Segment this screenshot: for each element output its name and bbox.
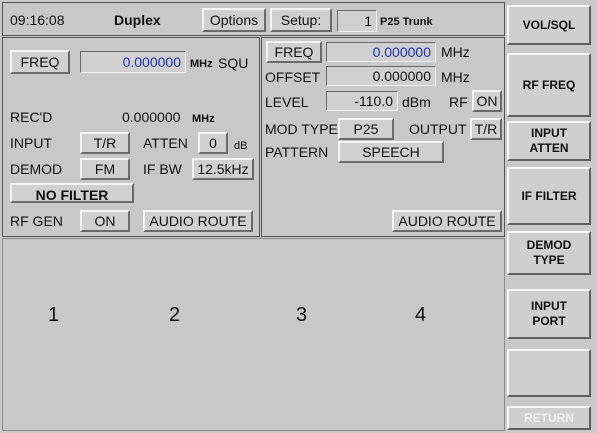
gen-freq-unit: MHz bbox=[441, 44, 470, 60]
clock-time: 09:16:08 bbox=[10, 12, 65, 28]
recd-unit: MHz bbox=[192, 113, 215, 125]
pattern-label: PATTERN bbox=[265, 144, 329, 160]
demod-button[interactable]: FM bbox=[80, 158, 130, 180]
level-unit: dBm bbox=[402, 94, 431, 110]
ifbw-label: IF BW bbox=[143, 161, 182, 177]
rf-on-button[interactable]: ON bbox=[472, 90, 502, 112]
channel-number-1: 1 bbox=[48, 304, 60, 326]
no-filter-button[interactable]: NO FILTER bbox=[10, 183, 134, 203]
rx-freq-field[interactable]: 0.000000 bbox=[80, 51, 186, 73]
softkey-input-port[interactable]: INPUT PORT bbox=[507, 289, 591, 339]
offset-unit: MHz bbox=[441, 69, 470, 85]
level-field[interactable]: -110.0 bbox=[326, 91, 398, 111]
setup-index-field[interactable]: 1 bbox=[337, 10, 377, 32]
softkey-blank[interactable] bbox=[507, 349, 591, 397]
modtype-button[interactable]: P25 bbox=[338, 118, 394, 140]
ifbw-button[interactable]: 12.5kHz bbox=[192, 158, 254, 180]
recd-value: 0.000000 bbox=[122, 109, 181, 125]
atten-button[interactable]: 0 bbox=[198, 132, 228, 154]
gen-freq-field[interactable]: 0.000000 bbox=[326, 42, 436, 62]
rx-audio-route-button[interactable]: AUDIO ROUTE bbox=[143, 210, 253, 232]
options-button[interactable]: Options bbox=[202, 8, 266, 32]
output-button[interactable]: T/R bbox=[470, 118, 502, 140]
softkey-return[interactable]: RETURN bbox=[507, 406, 591, 430]
channel-number-4: 4 bbox=[415, 304, 427, 326]
squelch-label: SQU bbox=[218, 55, 249, 71]
instrument-screen: 09:16:08 Duplex Options Setup: 1 P25 Tru… bbox=[0, 0, 597, 433]
gen-audio-route-button[interactable]: AUDIO ROUTE bbox=[392, 210, 502, 232]
setup-button[interactable]: Setup: bbox=[270, 8, 332, 32]
softkey-demod-type[interactable]: DEMOD TYPE bbox=[507, 231, 591, 275]
channel-number-3: 3 bbox=[296, 304, 308, 326]
offset-field[interactable]: 0.000000 bbox=[326, 66, 436, 86]
softkey-input-atten[interactable]: INPUT ATTEN bbox=[507, 121, 591, 161]
output-label: OUTPUT bbox=[409, 121, 467, 137]
atten-label: ATTEN bbox=[143, 135, 188, 151]
atten-unit: dB bbox=[234, 140, 248, 152]
channel-number-2: 2 bbox=[169, 304, 181, 326]
lower-area bbox=[2, 238, 505, 431]
rfgen-button[interactable]: ON bbox=[80, 210, 130, 232]
rx-freq-unit: MHz bbox=[190, 58, 213, 70]
mode-label[interactable]: Duplex bbox=[114, 12, 161, 28]
recd-label: REC'D bbox=[10, 109, 53, 125]
softkey-rf-freq[interactable]: RF FREQ bbox=[507, 53, 591, 117]
modtype-label: MOD TYPE bbox=[265, 121, 338, 137]
setup-name: P25 Trunk bbox=[380, 16, 433, 28]
gen-freq-button[interactable]: FREQ bbox=[266, 41, 322, 63]
rx-freq-button[interactable]: FREQ bbox=[10, 50, 70, 74]
offset-label: OFFSET bbox=[265, 69, 321, 85]
rfgen-label: RF GEN bbox=[10, 213, 63, 229]
demod-label: DEMOD bbox=[10, 161, 63, 177]
input-label: INPUT bbox=[10, 135, 52, 151]
input-port-button[interactable]: T/R bbox=[80, 132, 130, 154]
softkey-if-filter[interactable]: IF FILTER bbox=[507, 167, 591, 225]
rf-label: RF bbox=[449, 94, 468, 110]
softkey-vol-sql[interactable]: VOL/SQL bbox=[507, 5, 591, 45]
level-label: LEVEL bbox=[265, 94, 309, 110]
pattern-button[interactable]: SPEECH bbox=[338, 141, 444, 163]
